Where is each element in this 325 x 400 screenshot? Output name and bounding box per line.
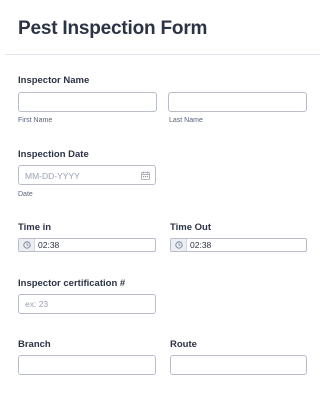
time-in-input[interactable]: 02:38	[18, 238, 156, 252]
branch-label: Branch	[18, 339, 51, 350]
last-name-sublabel: Last Name	[169, 117, 203, 124]
last-name-input[interactable]	[168, 92, 307, 112]
form-title: Pest Inspection Form	[18, 18, 208, 39]
certification-label: Inspector certification #	[18, 278, 126, 289]
header-divider	[5, 54, 320, 55]
branch-input[interactable]	[18, 355, 156, 375]
date-placeholder: MM-DD-YYYY	[25, 171, 80, 181]
inspector-name-label: Inspector Name	[18, 75, 90, 86]
time-in-icon-box	[19, 239, 35, 251]
time-out-label: Time Out	[170, 222, 211, 233]
certification-input[interactable]	[18, 294, 156, 314]
time-in-value: 02:38	[38, 240, 60, 250]
first-name-input[interactable]	[18, 92, 157, 112]
date-sublabel: Date	[18, 191, 33, 198]
first-name-sublabel: First Name	[18, 117, 53, 124]
inspection-date-label: Inspection Date	[18, 149, 89, 160]
inspection-date-input[interactable]: MM-DD-YYYY	[18, 165, 156, 185]
route-input[interactable]	[170, 355, 307, 375]
route-label: Route	[170, 339, 197, 350]
clock-icon	[23, 241, 31, 249]
time-out-value: 02:38	[190, 240, 212, 250]
time-in-label: Time in	[18, 222, 52, 233]
time-out-input[interactable]: 02:38	[170, 238, 307, 252]
time-out-icon-box	[171, 239, 187, 251]
clock-icon	[175, 241, 183, 249]
calendar-icon[interactable]	[141, 171, 150, 180]
